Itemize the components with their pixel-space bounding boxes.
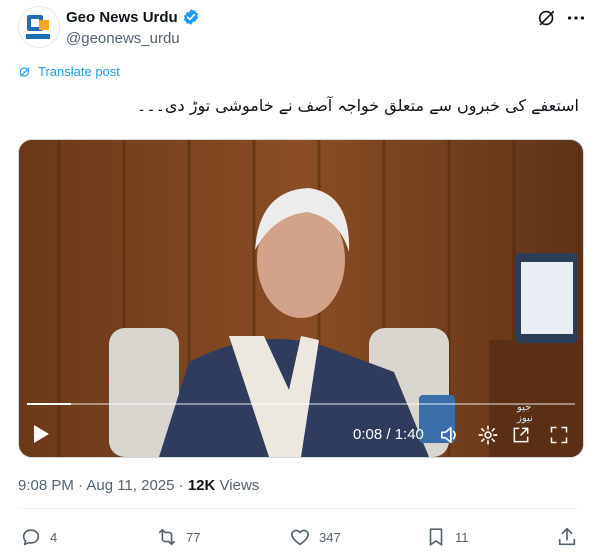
display-name[interactable]: Geo News Urdu — [66, 9, 178, 26]
play-icon — [34, 425, 49, 443]
translate-label: Translate post — [38, 64, 120, 79]
reply-button[interactable]: 4 — [20, 526, 57, 548]
settings-icon — [478, 425, 498, 445]
fullscreen-button[interactable] — [549, 425, 569, 445]
play-button[interactable] — [31, 423, 51, 445]
video-progress-fill — [27, 403, 71, 405]
video-time: 0:08 / 1:40 — [353, 426, 424, 443]
verified-badge-icon — [183, 9, 198, 25]
repost-button[interactable]: 77 — [156, 526, 200, 548]
like-count: 347 — [319, 529, 341, 545]
handle[interactable]: @geonews_urdu — [66, 30, 180, 47]
divider — [18, 508, 579, 509]
bookmark-count: 11 — [455, 529, 469, 545]
post-timestamp[interactable]: 9:08 PM · Aug 11, 2025 — [18, 477, 175, 494]
like-button[interactable]: 347 — [289, 526, 341, 548]
popout-button[interactable] — [511, 425, 531, 445]
translate-post-link[interactable]: Translate post — [18, 64, 120, 79]
grok-button[interactable] — [536, 7, 558, 29]
video-frame — [19, 140, 583, 457]
repost-count: 77 — [186, 529, 201, 545]
heart-icon — [291, 529, 309, 546]
bookmark-button[interactable]: 11 — [425, 526, 469, 548]
grok-icon — [538, 10, 555, 26]
volume-icon — [441, 426, 456, 444]
avatar[interactable] — [18, 6, 60, 48]
name-row: Geo News Urdu — [66, 8, 200, 26]
tweet-text: استعفے کی خبروں سے متعلق خواجہ آصف نے خا… — [136, 96, 579, 115]
geo-logo-icon — [26, 15, 50, 39]
more-button[interactable] — [565, 7, 587, 29]
reply-icon — [22, 529, 40, 546]
share-button[interactable] — [556, 526, 578, 548]
video-player[interactable]: جیو نیوز 0:08 / 1:40 — [18, 139, 584, 458]
views-count: 12K — [187, 477, 216, 494]
translate-icon — [19, 66, 30, 77]
repost-icon — [158, 528, 176, 546]
bookmark-icon — [429, 528, 443, 546]
share-icon — [558, 527, 576, 546]
views-label: Views — [219, 477, 260, 494]
more-icon — [567, 16, 585, 20]
meta-separator: · — [178, 477, 184, 494]
post-meta: 9:08 PM · Aug 11, 2025 · 12K Views — [18, 477, 259, 494]
reply-count: 4 — [50, 529, 58, 545]
popout-icon — [513, 427, 529, 443]
video-progress-bar[interactable] — [27, 403, 575, 405]
fullscreen-icon — [550, 426, 568, 444]
settings-button[interactable] — [477, 424, 499, 446]
volume-button[interactable] — [439, 425, 461, 445]
